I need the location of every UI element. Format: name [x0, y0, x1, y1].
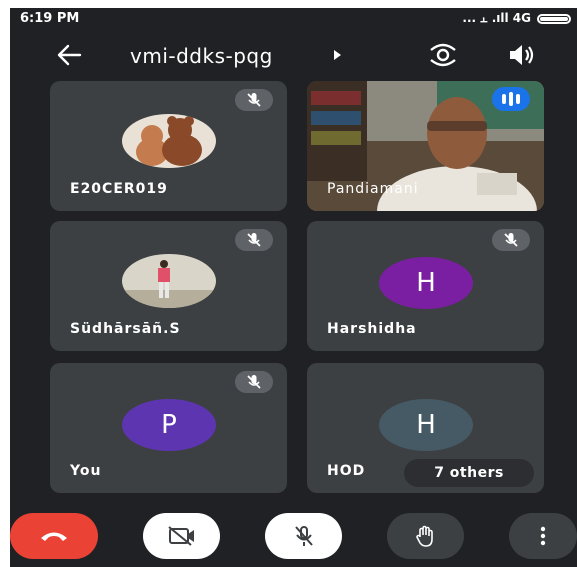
battery-icon [537, 13, 571, 24]
mic-off-icon [247, 375, 261, 389]
speaker-icon[interactable] [506, 42, 536, 68]
mic-off-icon [294, 526, 313, 546]
muted-badge [235, 229, 273, 251]
network-indicators: ... ⫠ .ıll 4G [462, 11, 531, 25]
raise-hand-button[interactable] [387, 513, 464, 559]
muted-badge [235, 89, 273, 111]
participant-tile[interactable]: H HOD 7 others [307, 363, 544, 493]
more-vertical-icon [540, 526, 546, 546]
more-options-button[interactable] [509, 513, 577, 559]
muted-badge [492, 229, 530, 251]
raise-hand-icon [415, 525, 433, 547]
participant-name: Harshidha [327, 321, 417, 337]
meeting-details-caret-icon[interactable] [334, 50, 341, 60]
back-arrow-icon[interactable] [54, 42, 84, 68]
status-time: 6:19 PM [20, 11, 80, 26]
avatar-initial: P [122, 399, 216, 451]
others-chip[interactable]: 7 others [404, 459, 534, 487]
avatar-photo-teddy-bears [122, 114, 216, 168]
participant-tile[interactable]: Südhārsāñ.S [50, 221, 287, 351]
participant-tile[interactable]: H Harshidha [307, 221, 544, 351]
muted-badge [235, 371, 273, 393]
meeting-header: vmi-ddks-pqg [10, 36, 577, 76]
status-indicators: ... ⫠ .ıll 4G [462, 11, 571, 26]
participant-name: Südhārsāñ.S [70, 321, 181, 337]
participant-tile-self[interactable]: P You [50, 363, 287, 493]
avatar-initial: H [379, 257, 473, 309]
participant-name: E20CER019 [70, 181, 168, 197]
mic-off-icon [504, 233, 518, 247]
hang-up-icon [41, 532, 67, 541]
mic-off-icon [247, 233, 261, 247]
camera-off-icon [167, 526, 194, 546]
mic-toggle-button[interactable] [265, 513, 342, 559]
avatar-initial: H [379, 399, 473, 451]
mic-off-icon [247, 93, 261, 107]
meeting-code[interactable]: vmi-ddks-pqg [130, 44, 273, 68]
participant-video-tile[interactable]: Pandiamani [307, 81, 544, 211]
participant-name: You [70, 463, 102, 479]
speaking-indicator-icon [492, 87, 530, 111]
meet-call-screen: 6:19 PM ... ⫠ .ıll 4G vmi-ddks-pqg E20CE… [10, 8, 577, 567]
switch-camera-icon[interactable] [426, 42, 460, 68]
participant-name: Pandiamani [327, 181, 419, 197]
camera-toggle-button[interactable] [143, 513, 220, 559]
participant-name: HOD [327, 463, 366, 479]
status-bar: 6:19 PM ... ⫠ .ıll 4G [10, 8, 577, 30]
end-call-button[interactable] [10, 513, 98, 559]
participant-tile[interactable]: E20CER019 [50, 81, 287, 211]
avatar-photo-person [122, 254, 216, 308]
